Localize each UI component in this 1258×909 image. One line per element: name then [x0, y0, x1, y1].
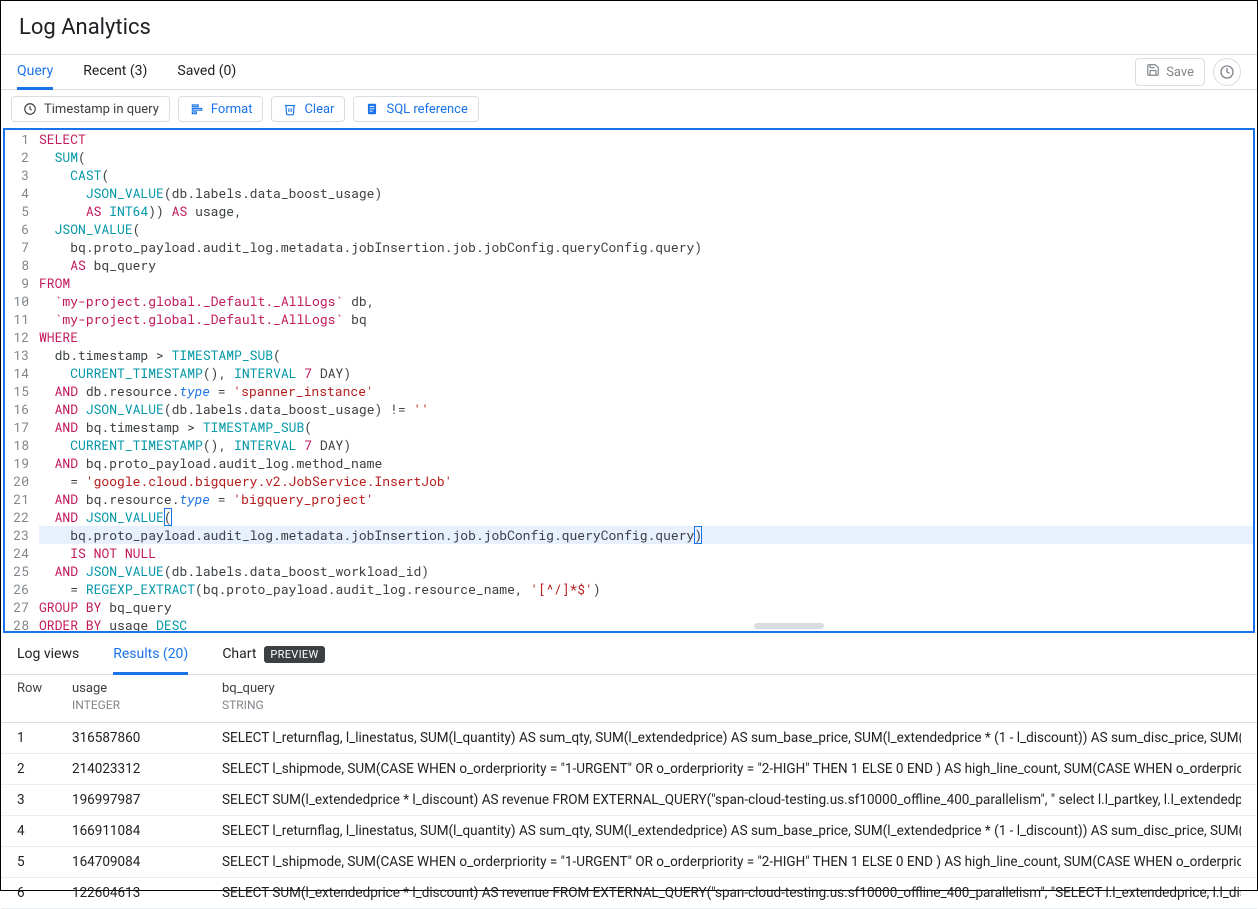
- cell-usage: 122604613: [72, 885, 222, 901]
- cell-usage: 166911084: [72, 823, 222, 839]
- format-icon: [189, 101, 205, 117]
- tab-results[interactable]: Results (20): [113, 637, 188, 675]
- table-row[interactable]: 2 214023312 SELECT l_shipmode, SUM(CASE …: [1, 754, 1257, 785]
- timestamp-chip[interactable]: Timestamp in query: [11, 96, 170, 122]
- save-icon: [1146, 63, 1160, 81]
- format-label: Format: [211, 102, 253, 117]
- clock-icon: [22, 101, 38, 117]
- chart-label: Chart: [222, 646, 256, 662]
- doc-icon: [364, 101, 380, 117]
- code-area[interactable]: SELECT SUM( CAST( JSON_VALUE(db.labels.d…: [35, 130, 1253, 633]
- table-row[interactable]: 1 316587860 SELECT l_returnflag, l_lines…: [1, 723, 1257, 754]
- cell-row-number: 1: [17, 730, 72, 746]
- format-button[interactable]: Format: [178, 96, 264, 122]
- tab-chart[interactable]: Chart PREVIEW: [222, 637, 324, 675]
- cell-bq-query: SELECT SUM(l_extendedprice * l_discount)…: [222, 792, 1241, 808]
- cell-row-number: 2: [17, 761, 72, 777]
- cell-bq-query: SELECT SUM(l_extendedprice * l_discount)…: [222, 885, 1241, 901]
- trash-icon: [282, 101, 298, 117]
- tab-log-views[interactable]: Log views: [17, 637, 79, 675]
- table-row[interactable]: 5 164709084 SELECT l_shipmode, SUM(CASE …: [1, 847, 1257, 878]
- cell-row-number: 4: [17, 823, 72, 839]
- main-tabs: Query Recent (3) Saved (0) Save: [1, 54, 1257, 90]
- cell-usage: 196997987: [72, 792, 222, 808]
- run-button[interactable]: [1213, 58, 1241, 86]
- cell-bq-query: SELECT l_shipmode, SUM(CASE WHEN o_order…: [222, 854, 1241, 870]
- results-tabs: Log views Results (20) Chart PREVIEW: [1, 637, 1257, 675]
- cell-bq-query: SELECT l_returnflag, l_linestatus, SUM(l…: [222, 823, 1241, 839]
- cell-usage: 316587860: [72, 730, 222, 746]
- line-gutter: 1234567891011121314151617181920212223242…: [5, 130, 35, 633]
- cell-bq-query: SELECT l_returnflag, l_linestatus, SUM(l…: [222, 730, 1241, 746]
- page-title: Log Analytics: [1, 1, 1257, 54]
- cell-row-number: 5: [17, 854, 72, 870]
- sql-reference-label: SQL reference: [386, 102, 467, 117]
- save-button[interactable]: Save: [1135, 58, 1205, 86]
- tab-query[interactable]: Query: [17, 54, 53, 90]
- clear-label: Clear: [304, 102, 334, 117]
- editor-toolbar: Timestamp in query Format Clear SQL refe…: [1, 90, 1257, 128]
- table-row[interactable]: 4 166911084 SELECT l_returnflag, l_lines…: [1, 816, 1257, 847]
- table-row[interactable]: 3 196997987 SELECT SUM(l_extendedprice *…: [1, 785, 1257, 816]
- col-header-usage: usage INTEGER: [72, 681, 222, 716]
- tab-recent[interactable]: Recent (3): [83, 54, 147, 90]
- sql-reference-button[interactable]: SQL reference: [353, 96, 478, 122]
- preview-badge: PREVIEW: [264, 646, 324, 663]
- cell-row-number: 3: [17, 792, 72, 808]
- clear-button[interactable]: Clear: [271, 96, 345, 122]
- results-body: 1 316587860 SELECT l_returnflag, l_lines…: [1, 723, 1257, 909]
- cell-row-number: 6: [17, 885, 72, 901]
- results-header-row: Row usage INTEGER bq_query STRING: [1, 675, 1257, 723]
- col-header-bq-query: bq_query STRING: [222, 681, 1241, 716]
- timestamp-label: Timestamp in query: [44, 102, 159, 117]
- tab-saved[interactable]: Saved (0): [177, 54, 236, 90]
- horizontal-scroll-grip[interactable]: [754, 623, 824, 629]
- col-header-row: Row: [17, 681, 72, 716]
- sql-editor[interactable]: 1234567891011121314151617181920212223242…: [3, 128, 1255, 633]
- table-row[interactable]: 6 122604613 SELECT SUM(l_extendedprice *…: [1, 878, 1257, 909]
- cell-usage: 164709084: [72, 854, 222, 870]
- cell-usage: 214023312: [72, 761, 222, 777]
- save-label: Save: [1166, 65, 1194, 80]
- cell-bq-query: SELECT l_shipmode, SUM(CASE WHEN o_order…: [222, 761, 1241, 777]
